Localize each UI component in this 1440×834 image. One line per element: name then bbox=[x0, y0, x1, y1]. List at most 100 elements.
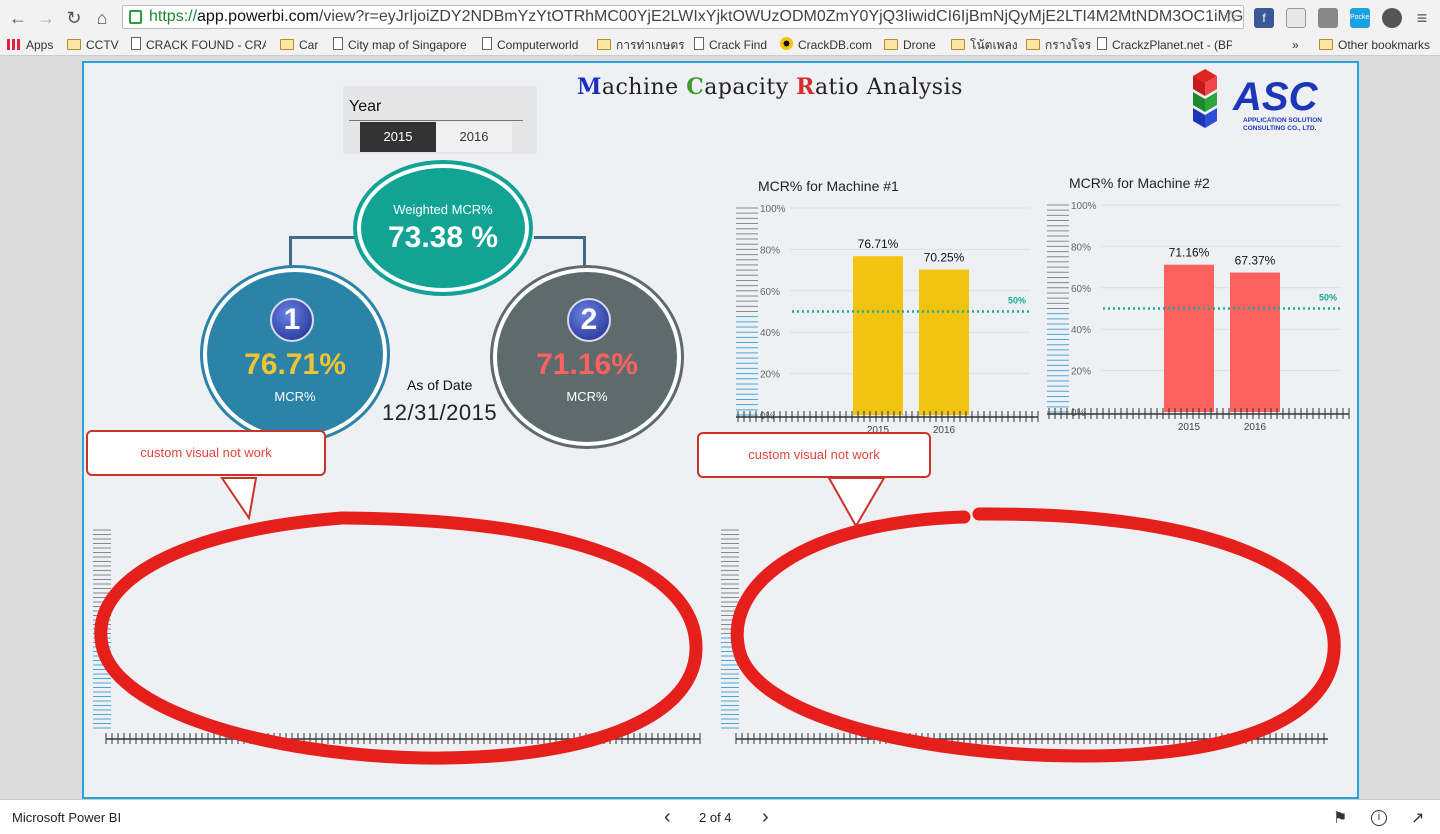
forward-arrow-icon[interactable]: → bbox=[36, 8, 56, 28]
info-icon[interactable]: i bbox=[1371, 810, 1387, 826]
machine1-mcr-card: 1 76.71% MCR% bbox=[203, 268, 387, 440]
notes-extension-icon[interactable] bbox=[1286, 8, 1306, 28]
browser-toolbar: ← → ↻ ⌂ https://app.powerbi.com/view?r=e… bbox=[0, 0, 1440, 34]
facebook-extension-icon[interactable]: f bbox=[1254, 8, 1274, 28]
machine2-mcr-value: 71.16% bbox=[536, 348, 638, 381]
y-tick-label: 20% bbox=[1071, 367, 1091, 378]
media-extension-icon[interactable] bbox=[1382, 8, 1402, 28]
bookmarks-bar: Apps CCTV CRACK FOUND - CRA Car City map… bbox=[0, 34, 1440, 56]
reload-icon[interactable]: ↻ bbox=[64, 8, 84, 28]
annotation-callout-left: custom visual not work bbox=[86, 430, 326, 476]
bookmark-crackzplanet[interactable]: CrackzPlanet.net - (BP bbox=[1097, 37, 1232, 53]
y-tick-label: 40% bbox=[760, 328, 780, 339]
shield-extension-icon[interactable] bbox=[1318, 8, 1338, 28]
fullscreen-expand-icon[interactable]: ↗ bbox=[1411, 808, 1424, 828]
weighted-mcr-value: 73.38 % bbox=[387, 221, 499, 254]
bookmark-computerworld[interactable]: Computerworld bbox=[482, 37, 578, 53]
slicer-option-2016[interactable]: 2016 bbox=[436, 122, 512, 152]
bookmark-crack-found[interactable]: CRACK FOUND - CRA bbox=[131, 37, 266, 53]
apps-grid-icon bbox=[7, 39, 21, 50]
data-label: 67.37% bbox=[1235, 254, 1276, 268]
logo-subtitle-2: CONSULTING CO., LTD. bbox=[1243, 125, 1317, 132]
page-icon bbox=[1097, 37, 1107, 50]
prev-page-chevron-icon[interactable]: ‹ bbox=[664, 806, 671, 829]
annotation-callout-right: custom visual not work bbox=[697, 432, 931, 478]
machine1-mcr-value: 76.71% bbox=[244, 348, 346, 381]
machine1-mcr-label: MCR% bbox=[274, 389, 316, 404]
weighted-mcr-label: Weighted MCR% bbox=[393, 202, 493, 217]
y-tick-label: 100% bbox=[1071, 201, 1097, 212]
flag-icon[interactable]: ⚑ bbox=[1333, 808, 1347, 828]
folder-icon bbox=[597, 39, 611, 50]
y-tick-label: 80% bbox=[1071, 242, 1091, 253]
chart1-machine1-mcr: 0%20%40%60%80%100%76.71%201570.25%201650… bbox=[736, 204, 1039, 436]
folder-icon bbox=[884, 39, 898, 50]
machine2-badge: 2 bbox=[567, 298, 611, 342]
page-icon bbox=[694, 37, 704, 50]
y-tick-label: 40% bbox=[1071, 325, 1091, 336]
bar-2015 bbox=[853, 256, 903, 415]
bookmarks-overflow-button[interactable]: » bbox=[1292, 37, 1299, 53]
red-annotation-ellipse-left bbox=[94, 511, 703, 765]
company-logo: ASC APPLICATION SOLUTION CONSULTING CO.,… bbox=[1193, 69, 1322, 132]
page-icon bbox=[131, 37, 141, 50]
callout-pointer-left bbox=[220, 477, 258, 521]
bookmark-apps[interactable]: Apps bbox=[7, 37, 53, 53]
bar-2016 bbox=[919, 269, 969, 415]
bookmark-thai-1[interactable]: การท่าเกษตร bbox=[597, 37, 685, 53]
app-name: Microsoft Power BI bbox=[12, 810, 122, 825]
reference-line-label: 50% bbox=[1319, 293, 1337, 303]
folder-icon bbox=[1319, 39, 1333, 50]
bookmark-car[interactable]: Car bbox=[280, 37, 318, 53]
as-of-date-label: As of Date bbox=[407, 377, 473, 393]
bookmark-other[interactable]: Other bookmarks bbox=[1319, 37, 1430, 53]
bookmark-crackdb[interactable]: CrackDB.com bbox=[780, 37, 872, 53]
callout-pointer-right bbox=[827, 477, 886, 529]
logo-text: ASC bbox=[1232, 75, 1319, 119]
home-icon[interactable]: ⌂ bbox=[92, 8, 112, 28]
chart2-machine2-mcr: 0%20%40%60%80%100%71.16%201567.37%201650… bbox=[1047, 201, 1350, 433]
data-label: 70.25% bbox=[924, 251, 965, 265]
page-icon bbox=[482, 37, 492, 50]
red-annotation-ellipse-right bbox=[730, 507, 1341, 763]
bookmark-cctv[interactable]: CCTV bbox=[67, 37, 119, 53]
slicer-label: Year bbox=[349, 98, 382, 115]
y-tick-label: 20% bbox=[760, 370, 780, 381]
bookmark-crack-find[interactable]: Crack Find bbox=[694, 37, 767, 53]
y-tick-label: 100% bbox=[760, 204, 786, 215]
bookmark-thai-2[interactable]: โน้ตเพลง bbox=[951, 37, 1018, 53]
data-label: 76.71% bbox=[858, 237, 899, 251]
page-indicator: 2 of 4 bbox=[699, 810, 732, 825]
address-bar[interactable]: https://app.powerbi.com/view?r=eyJrIjoiZ… bbox=[122, 5, 1244, 29]
url-scheme: https:// bbox=[149, 8, 198, 25]
y-tick-label: 60% bbox=[1071, 284, 1091, 295]
folder-icon bbox=[951, 39, 965, 50]
lock-icon bbox=[129, 10, 142, 24]
year-slicer: Year 2015 2016 bbox=[343, 86, 537, 154]
powerbi-status-bar: Microsoft Power BI ‹ 2 of 4 › ⚑ i ↗ bbox=[0, 799, 1440, 834]
machine2-mcr-label: MCR% bbox=[566, 389, 608, 404]
next-page-chevron-icon[interactable]: › bbox=[762, 806, 769, 829]
folder-icon bbox=[280, 39, 294, 50]
pocket-extension-icon[interactable]: Pocket bbox=[1350, 8, 1371, 28]
bookmark-city-map[interactable]: City map of Singapore bbox=[333, 37, 471, 53]
chart2-title: MCR% for Machine #2 bbox=[1069, 175, 1210, 191]
bookmark-star-icon[interactable]: ☆ bbox=[1223, 6, 1239, 28]
bar-2015 bbox=[1164, 264, 1214, 412]
page-icon bbox=[333, 37, 343, 50]
menu-icon[interactable]: ≡ bbox=[1412, 8, 1432, 28]
slicer-option-2015[interactable]: 2015 bbox=[360, 122, 436, 152]
hazard-icon bbox=[780, 37, 793, 50]
bookmark-thai-3[interactable]: กรางโจร bbox=[1026, 37, 1091, 53]
report-title: Machine Capacity Ratio Analysis bbox=[577, 74, 963, 100]
reference-line-label: 50% bbox=[1008, 296, 1026, 306]
folder-icon bbox=[67, 39, 81, 50]
machine1-badge: 1 bbox=[270, 298, 314, 342]
y-tick-label: 80% bbox=[760, 245, 780, 256]
logo-subtitle-1: APPLICATION SOLUTION bbox=[1243, 117, 1322, 124]
url-host: app.powerbi.com bbox=[197, 8, 319, 25]
data-label: 71.16% bbox=[1169, 246, 1210, 260]
bookmark-drone[interactable]: Drone bbox=[884, 37, 936, 53]
back-arrow-icon[interactable]: ← bbox=[8, 8, 28, 28]
url-path: /view?r=eyJrIjoiZDY2NDBmYzYtOTRhMC00YjE2… bbox=[318, 8, 1244, 25]
